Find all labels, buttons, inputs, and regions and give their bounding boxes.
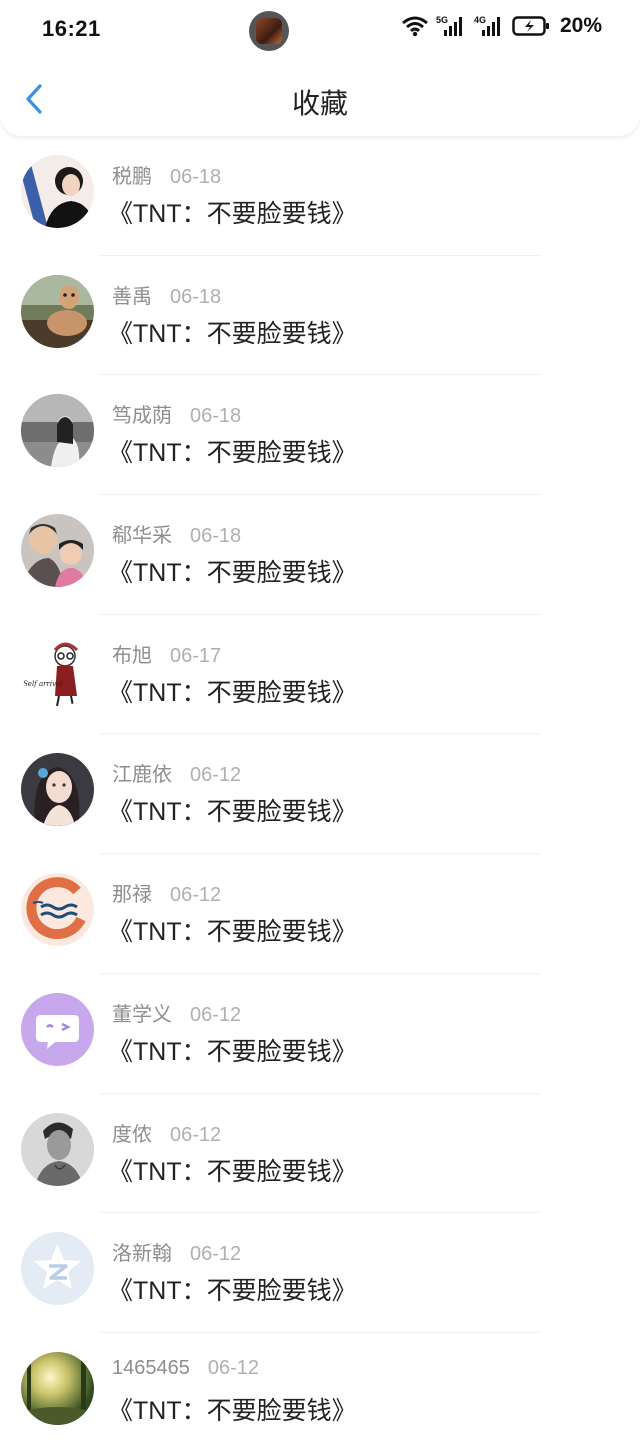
list-item[interactable]: 税鹏 06-18 《TNT：不要脸要钱》 [0, 136, 640, 256]
list-item[interactable]: 1465465 06-12 《TNT：不要脸要钱》 [0, 1333, 640, 1453]
item-date: 06-12 [190, 764, 242, 787]
item-date: 06-12 [207, 1356, 260, 1379]
status-time: 16:21 [42, 16, 101, 41]
app-notification-icon [249, 11, 289, 51]
item-title: 《TNT：不要脸要钱》 [108, 918, 357, 947]
page-title: 收藏 [291, 88, 348, 119]
avatar [21, 992, 94, 1066]
item-date: 06-17 [170, 644, 222, 667]
svg-text:4G: 4G [474, 15, 486, 25]
item-author: 董学义 06-12 [112, 1003, 242, 1026]
item-author: 度侬 06-12 [112, 1123, 222, 1146]
item-title: 《TNT：不要脸要钱》 [108, 200, 357, 228]
item-title: 《TNT：不要脸要钱》 [108, 678, 357, 707]
avatar [21, 274, 94, 348]
item-date: 06-18 [190, 405, 242, 428]
item-author: 江鹿依 06-12 [112, 764, 242, 787]
avatar [21, 753, 94, 827]
item-title: 《TNT：不要脸要钱》 [108, 1396, 357, 1425]
item-title: 《TNT：不要脸要钱》 [108, 559, 357, 588]
item-title: 《TNT：不要脸要钱》 [108, 1037, 357, 1066]
item-date: 06-18 [170, 285, 222, 308]
list-item[interactable]: Self arrival 布旭 06-17 《TNT：不要脸要钱》 [0, 615, 640, 735]
item-author: 1465465 06-12 [112, 1356, 260, 1379]
item-date: 06-18 [170, 166, 222, 188]
item-title: 《TNT：不要脸要钱》 [108, 1277, 357, 1306]
item-date: 06-12 [190, 1003, 242, 1026]
item-author: 郗华采 06-18 [112, 525, 242, 548]
item-date: 06-12 [190, 1243, 242, 1266]
item-title: 《TNT：不要脸要钱》 [108, 1157, 357, 1186]
item-title: 《TNT：不要脸要钱》 [108, 439, 357, 468]
avatar: Self arrival [21, 633, 94, 707]
item-author: 洛新翰 06-12 [112, 1243, 242, 1266]
avatar [21, 1232, 94, 1306]
avatar [21, 155, 94, 228]
item-author: 笃成荫 06-18 [112, 405, 242, 428]
favorites-list: 税鹏 06-18 《TNT：不要脸要钱》 善禹 06-18 《TNT：不要脸要钱》 … [0, 136, 640, 1453]
svg-text:Self arrival: Self arrival [23, 680, 62, 688]
list-item[interactable]: 那禄 06-12 《TNT：不要脸要钱》 [0, 854, 640, 974]
signal-5g-icon: 5G [436, 15, 462, 36]
list-item[interactable]: 董学义 06-12 《TNT：不要脸要钱》 [0, 974, 640, 1094]
item-author: 善禹 06-18 [112, 285, 222, 308]
wifi-icon [402, 16, 428, 37]
item-date: 06-18 [190, 525, 242, 548]
avatar [21, 1351, 94, 1425]
avatar [21, 873, 94, 947]
list-item[interactable]: 笃成荫 06-18 《TNT：不要脸要钱》 [0, 375, 640, 496]
battery-icon [512, 16, 549, 36]
status-bar: 16:21 5G 4G 20% [0, 0, 640, 60]
list-item[interactable]: 郗华采 06-18 《TNT：不要脸要钱》 [0, 495, 640, 615]
signal-4g-icon: 4G [474, 15, 500, 36]
item-date: 06-12 [170, 1123, 222, 1146]
item-author: 布旭 06-17 [112, 644, 222, 667]
list-item[interactable]: 善禹 06-18 《TNT：不要脸要钱》 [0, 256, 640, 376]
item-title: 《TNT：不要脸要钱》 [108, 319, 357, 348]
list-item[interactable]: 度侬 06-12 《TNT：不要脸要钱》 [0, 1094, 640, 1214]
avatar [21, 1112, 94, 1186]
battery-percent: 20% [559, 14, 602, 37]
item-date: 06-12 [170, 884, 222, 907]
item-title: 《TNT：不要脸要钱》 [108, 798, 357, 827]
list-item[interactable]: 洛新翰 06-12 《TNT：不要脸要钱》 [0, 1213, 640, 1333]
item-author: 税鹏 06-18 [112, 166, 222, 188]
list-item[interactable]: 江鹿依 06-12 《TNT：不要脸要钱》 [0, 734, 640, 855]
avatar [21, 394, 94, 468]
nav-header: 收藏 [0, 60, 640, 136]
status-icons: 5G 4G 20% [402, 14, 602, 38]
avatar [21, 514, 94, 588]
svg-text:5G: 5G [436, 15, 448, 25]
item-author: 那禄 06-12 [112, 884, 222, 907]
